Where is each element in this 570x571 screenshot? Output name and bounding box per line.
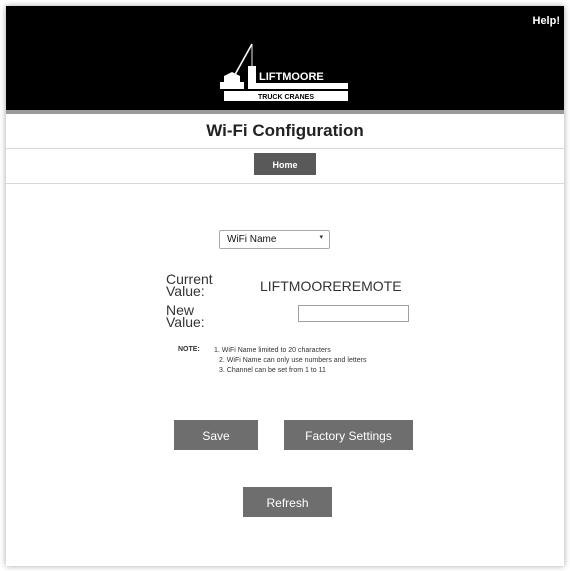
header-bar: Help! LIFTMOORE TRUCK CRANES <box>6 6 564 110</box>
new-value-label: New Value: <box>166 302 205 330</box>
help-link[interactable]: Help! <box>533 15 561 27</box>
setting-select[interactable]: WiFi Name ▾ <box>219 230 330 249</box>
note-line-1: 1. WiFi Name limited to 20 characters <box>214 347 331 354</box>
note-line-3: 3. Channel can be set from 1 to 11 <box>219 367 326 374</box>
factory-settings-button[interactable]: Factory Settings <box>284 420 413 450</box>
note-line-2: 2. WiFi Name can only use numbers and le… <box>219 357 367 364</box>
dropdown-arrow-icon: ▾ <box>319 234 323 241</box>
save-button[interactable]: Save <box>174 420 258 450</box>
new-value-input[interactable] <box>298 305 409 322</box>
page-title: Wi-Fi Configuration <box>206 121 364 140</box>
browser-page: Help! LIFTMOORE TRUCK CRANES Wi-Fi Confi… <box>6 6 564 566</box>
note-list: 1. WiFi Name limited to 20 characters 2.… <box>214 346 366 376</box>
home-button[interactable]: Home <box>254 153 316 175</box>
refresh-button[interactable]: Refresh <box>243 487 332 517</box>
logo-brand-text: LIFTMOORE <box>259 71 324 83</box>
nav-bar: Home <box>6 149 564 184</box>
note-label: NOTE: <box>178 346 200 353</box>
current-value-label: Current Value: <box>166 271 213 299</box>
liftmoore-logo: LIFTMOORE TRUCK CRANES <box>220 43 348 101</box>
title-bar: Wi-Fi Configuration <box>6 114 564 149</box>
setting-select-value: WiFi Name <box>227 234 277 245</box>
current-value-text: LIFTMOOREREMOTE <box>260 278 402 294</box>
logo-sub-text: TRUCK CRANES <box>258 94 314 101</box>
